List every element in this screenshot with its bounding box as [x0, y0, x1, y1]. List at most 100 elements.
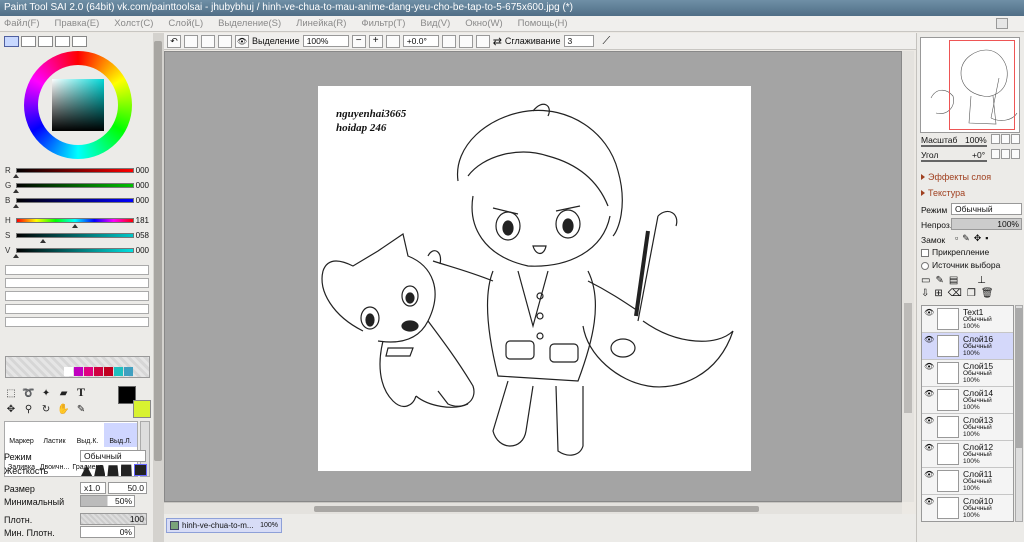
navigator-preview[interactable] [920, 37, 1020, 133]
selection-source-checkbox[interactable] [921, 261, 929, 270]
selection-source-option[interactable]: Источник выбора [921, 260, 1000, 270]
canvas-area[interactable]: nguyenhai3665 hoidap 246 [164, 51, 902, 502]
menu-ruler[interactable]: Линейка(R) [296, 18, 346, 29]
slider-h[interactable]: H 181 [4, 216, 150, 228]
slider-knob[interactable] [72, 224, 78, 228]
nav-zoom-out-icon[interactable] [1001, 134, 1010, 144]
min-density-slider[interactable]: 0% [80, 526, 135, 538]
rotate-icon[interactable]: ↻ [39, 403, 53, 417]
swatch-mode-icon[interactable] [55, 36, 70, 47]
deselect-icon[interactable] [201, 34, 215, 48]
move-icon[interactable]: ✥ [4, 403, 18, 417]
text-tool-icon[interactable]: T [74, 385, 88, 399]
palette-swatch[interactable] [74, 367, 83, 376]
brush-slot[interactable]: Выд.Л. [104, 423, 137, 447]
palette-swatch[interactable] [124, 367, 133, 376]
slider-track[interactable] [16, 248, 134, 253]
new-folder-icon[interactable]: ▤ [949, 275, 963, 286]
layer-row[interactable]: 👁 Слой14 Обычный 100% [922, 387, 1013, 414]
hardness-selector[interactable] [81, 464, 148, 476]
slider-knob[interactable] [13, 174, 19, 178]
left-panel-scrollbar[interactable] [153, 33, 164, 542]
rect-select-icon[interactable]: ⬚ [4, 387, 18, 401]
document-tab[interactable]: hinh-ve-chua-to-m... 100% [166, 518, 282, 533]
rotate-right-icon[interactable] [458, 34, 473, 48]
palette-swatch[interactable] [94, 367, 103, 376]
undo-icon[interactable]: ↶ [167, 34, 181, 48]
hsv-slider-mode-icon[interactable] [38, 36, 53, 47]
menu-filter[interactable]: Фильтр(T) [361, 18, 405, 29]
size-multiplier[interactable]: x1.0 [80, 482, 106, 494]
hand-icon[interactable]: ✋ [57, 403, 71, 417]
menu-help[interactable]: Помощь(H) [518, 18, 568, 29]
eyedropper-icon[interactable]: ✎ [74, 403, 88, 417]
menu-canvas[interactable]: Холст(C) [114, 18, 153, 29]
clear-layer-icon[interactable]: ⌫ [948, 288, 967, 299]
visibility-eye-icon[interactable]: 👁 [924, 389, 936, 399]
duplicate-layer-icon[interactable]: ❐ [967, 288, 981, 299]
visibility-eye-icon[interactable]: 👁 [924, 443, 936, 453]
zoom-select[interactable]: 100% [302, 35, 349, 47]
menu-edit[interactable]: Правка(E) [55, 18, 100, 29]
selection-visibility-icon[interactable]: 👁 [235, 34, 249, 48]
visibility-eye-icon[interactable]: 👁 [924, 497, 936, 507]
layer-row[interactable]: 👁 Слой12 Обычный 100% [922, 441, 1013, 468]
canvas-vertical-scrollbar[interactable] [902, 51, 914, 502]
clip-option[interactable]: Прикрепление [921, 247, 989, 257]
menu-layer[interactable]: Слой(L) [168, 18, 203, 29]
size-value[interactable]: 50.0 [108, 482, 147, 494]
slider-knob[interactable] [13, 189, 19, 193]
min-size-slider[interactable]: 50% [80, 495, 135, 507]
nav-zoom-in-icon[interactable] [991, 134, 1000, 144]
slider-knob[interactable] [40, 239, 47, 243]
transfer-down-icon[interactable]: ⇩ [921, 288, 934, 299]
layer-row[interactable]: 👁 Слой16 Обычный 100% [922, 333, 1013, 360]
drawing-canvas[interactable]: nguyenhai3665 hoidap 246 [318, 86, 751, 471]
brush-slot[interactable]: Ластик [38, 423, 71, 447]
saturation-value-square[interactable] [52, 79, 104, 131]
scratchpad-mode-icon[interactable] [72, 36, 87, 47]
smoothing-select[interactable]: 3 [563, 35, 594, 47]
visibility-eye-icon[interactable]: 👁 [924, 416, 936, 426]
zoom-icon[interactable]: ⚲ [22, 403, 36, 417]
scale-slider[interactable] [921, 145, 987, 147]
nav-zoom-reset-icon[interactable] [1011, 134, 1020, 144]
new-vector-layer-icon[interactable]: ✎ [935, 275, 948, 286]
zoom-reset-icon[interactable] [385, 34, 400, 48]
blend-mode-select[interactable]: Обычный [951, 203, 1022, 215]
visibility-eye-icon[interactable]: 👁 [924, 470, 936, 480]
slider-track[interactable] [16, 233, 134, 238]
color-wheel[interactable] [24, 51, 132, 159]
slider-track[interactable] [16, 183, 134, 188]
layer-row[interactable]: 👁 Слой11 Обычный 100% [922, 468, 1013, 495]
slider-track[interactable] [16, 198, 134, 203]
pen-pressure-icon[interactable]: ⟋ [603, 35, 611, 48]
layer-effects-section[interactable]: Эффекты слоя [917, 172, 1024, 182]
delete-layer-icon[interactable]: 🗑 [981, 288, 999, 299]
layer-row[interactable]: 👁 Слой15 Обычный 100% [922, 360, 1013, 387]
flip-icon[interactable]: ⇄ [493, 35, 502, 48]
window-restore-button[interactable] [996, 18, 1008, 29]
palette-swatch[interactable] [64, 367, 73, 376]
merge-down-icon[interactable]: ⊞ [934, 288, 947, 299]
palette-swatch[interactable] [114, 367, 123, 376]
nav-rotate-left-icon[interactable] [991, 149, 1000, 159]
new-layer-icon[interactable]: ▭ [921, 275, 935, 286]
rotation-select[interactable]: +0.0° [402, 35, 439, 47]
slider-b[interactable]: B 000 [4, 196, 150, 208]
menu-view[interactable]: Вид(V) [420, 18, 450, 29]
slider-s[interactable]: S 058 [4, 231, 150, 243]
rotate-reset-icon[interactable] [475, 34, 490, 48]
texture-section[interactable]: Текстура [917, 188, 1024, 198]
color-wheel-mode-icon[interactable] [4, 36, 19, 47]
angle-slider[interactable] [921, 160, 987, 162]
slider-knob[interactable] [13, 254, 19, 258]
slider-v[interactable]: V 000 [4, 246, 150, 258]
layer-row[interactable]: 👁 Text1 Обычный 100% [922, 306, 1013, 333]
background-color[interactable] [133, 400, 151, 418]
menu-file[interactable]: Файл(F) [4, 18, 40, 29]
redo-icon[interactable] [184, 34, 198, 48]
palette-swatch[interactable] [104, 367, 113, 376]
color-palette[interactable] [5, 356, 150, 378]
slider-g[interactable]: G 000 [4, 181, 150, 193]
